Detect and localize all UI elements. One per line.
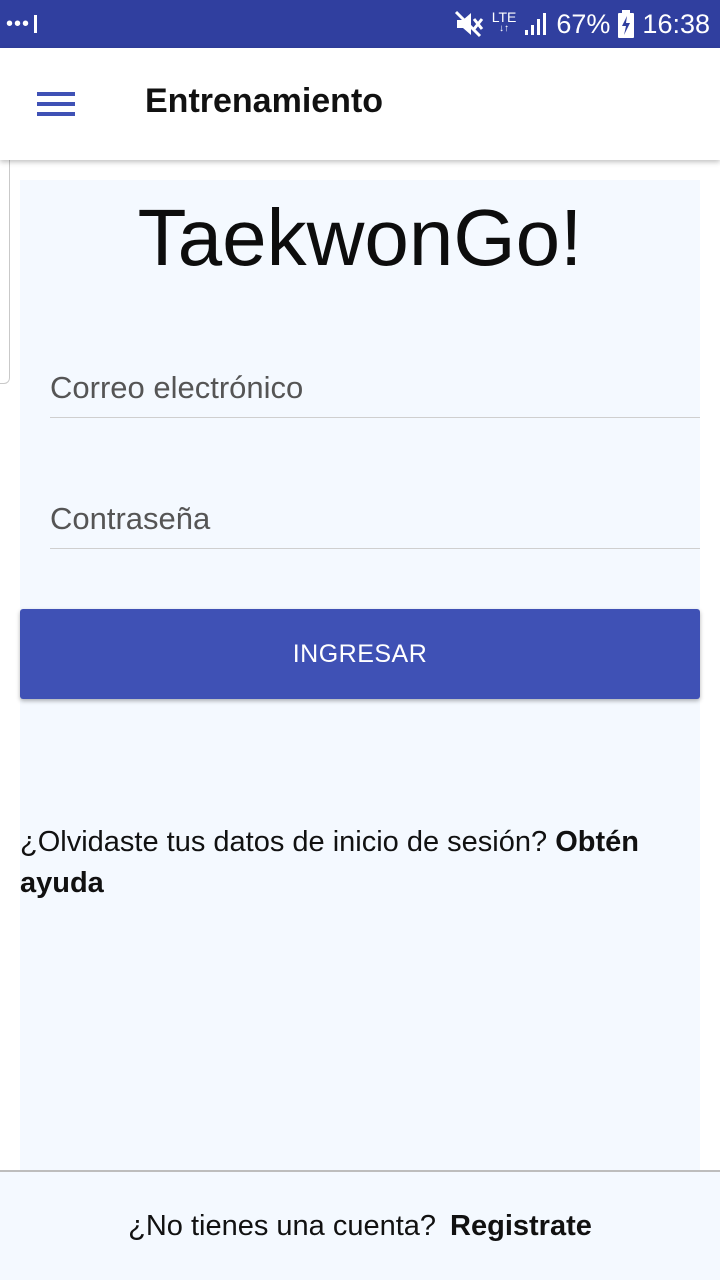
notification-indicator: ••• [6, 13, 38, 36]
login-screen: ••• LTE ↓↑ 67% 16:38 Entrenamiento Taekw… [0, 0, 720, 1280]
clock: 16:38 [642, 8, 710, 39]
signup-bar: ¿No tienes una cuenta? Registrate [0, 1170, 720, 1280]
battery-charging-icon [618, 10, 635, 38]
forgot-prompt: ¿Olvidaste tus datos de inicio de sesión… [20, 826, 548, 858]
hamburger-menu-icon [37, 92, 75, 116]
login-button[interactable]: INGRESAR [20, 609, 700, 699]
app-bar: Entrenamiento [0, 48, 720, 160]
page-title: Entrenamiento [145, 82, 384, 120]
menu-button[interactable] [24, 78, 88, 130]
notification-bar-icon [34, 15, 38, 33]
status-icons: LTE ↓↑ 67% 16:38 [454, 9, 710, 40]
email-field[interactable] [50, 358, 700, 418]
signal-icon [525, 13, 547, 35]
lte-data-icon: LTE ↓↑ [491, 9, 517, 34]
status-bar: ••• LTE ↓↑ 67% 16:38 [0, 0, 720, 48]
more-dots-icon: ••• [6, 12, 31, 35]
register-link[interactable]: Registrate [450, 1210, 592, 1243]
password-field[interactable] [50, 489, 700, 549]
forgot-credentials-text: ¿Olvidaste tus datos de inicio de sesión… [20, 822, 700, 904]
drawer-edge-handle[interactable] [0, 146, 10, 384]
login-form: TaekwonGo! INGRESAR ¿Olvidaste tus datos… [20, 180, 700, 1172]
mute-icon [454, 10, 483, 38]
battery-percent: 67% [556, 8, 611, 39]
brand-title: TaekwonGo! [137, 193, 583, 282]
signup-prompt: ¿No tienes una cuenta? [128, 1209, 437, 1242]
